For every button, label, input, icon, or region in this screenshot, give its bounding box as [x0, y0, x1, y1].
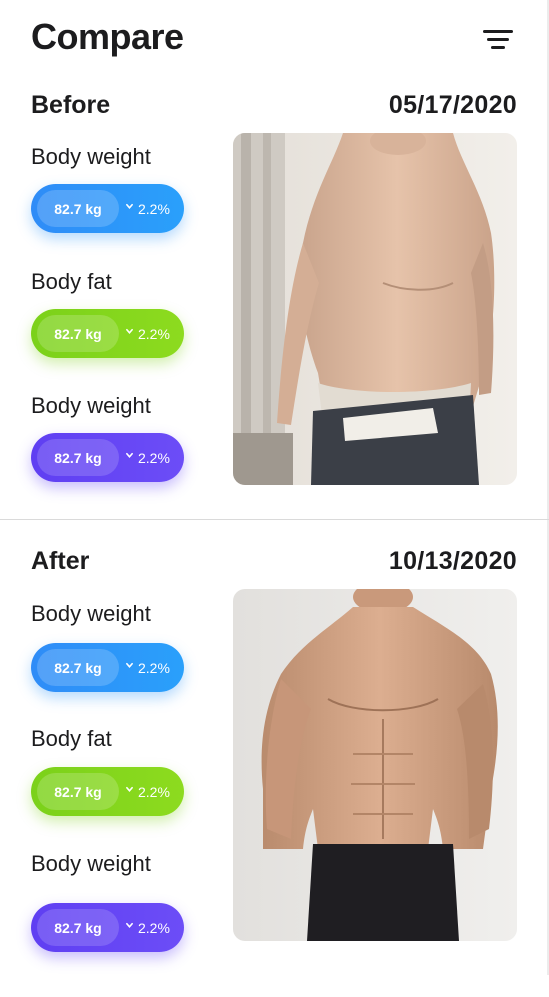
progress-photo-before[interactable]	[233, 133, 517, 485]
section-title-before: Before	[31, 91, 111, 119]
metric-pill-body-fat[interactable]: 82.7 kg 2.2%	[31, 309, 184, 358]
chevron-down-icon	[126, 786, 133, 793]
body-photo-before	[233, 133, 517, 485]
body-photo-after	[233, 589, 517, 941]
metric-value: 82.7 kg	[37, 649, 119, 686]
filter-button[interactable]	[480, 26, 516, 54]
date-after: 10/13/2020	[388, 547, 517, 575]
chevron-down-icon	[126, 662, 133, 669]
section-divider	[0, 519, 549, 520]
metric-value: 82.7 kg	[37, 190, 119, 227]
metric-value: 82.7 kg	[37, 909, 119, 946]
metric-delta: 2.2%	[138, 325, 170, 342]
metric-pill-body-weight[interactable]: 82.7 kg 2.2%	[31, 184, 184, 233]
chevron-down-icon	[126, 922, 133, 929]
metric-value: 82.7 kg	[37, 773, 119, 810]
metric-pill-body-weight[interactable]: 82.7 kg 2.2%	[31, 643, 184, 692]
chevron-down-icon	[126, 203, 133, 210]
metric-label: Body weight	[31, 144, 151, 169]
metric-delta: 2.2%	[138, 919, 170, 936]
before-section: Before 05/17/2020 Body weight 82.7 kg 2.…	[0, 86, 549, 541]
metric-label: Body fat	[31, 726, 112, 751]
date-before: 05/17/2020	[388, 91, 517, 119]
after-section: After 10/13/2020 Body weight 82.7 kg 2.2…	[0, 542, 549, 997]
chevron-down-icon	[126, 452, 133, 459]
metric-label: Body weight	[31, 601, 151, 626]
metric-label: Body weight	[31, 851, 151, 876]
page-title: Compare	[31, 16, 184, 57]
metric-value: 82.7 kg	[37, 439, 119, 476]
filter-icon	[483, 30, 513, 49]
metric-pill-body-weight[interactable]: 82.7 kg 2.2%	[31, 433, 184, 482]
compare-screen: Compare Before 05/17/2020 Body weight 82…	[0, 0, 549, 975]
metric-delta: 2.2%	[138, 449, 170, 466]
metric-pill-body-fat[interactable]: 82.7 kg 2.2%	[31, 767, 184, 816]
metric-delta: 2.2%	[138, 783, 170, 800]
metric-delta: 2.2%	[138, 200, 170, 217]
metric-value: 82.7 kg	[37, 315, 119, 352]
progress-photo-after[interactable]	[233, 589, 517, 941]
metric-delta: 2.2%	[138, 659, 170, 676]
chevron-down-icon	[126, 328, 133, 335]
metric-label: Body fat	[31, 269, 112, 294]
metric-label: Body weight	[31, 393, 151, 418]
metric-pill-body-weight[interactable]: 82.7 kg 2.2%	[31, 903, 184, 952]
section-title-after: After	[31, 547, 90, 575]
